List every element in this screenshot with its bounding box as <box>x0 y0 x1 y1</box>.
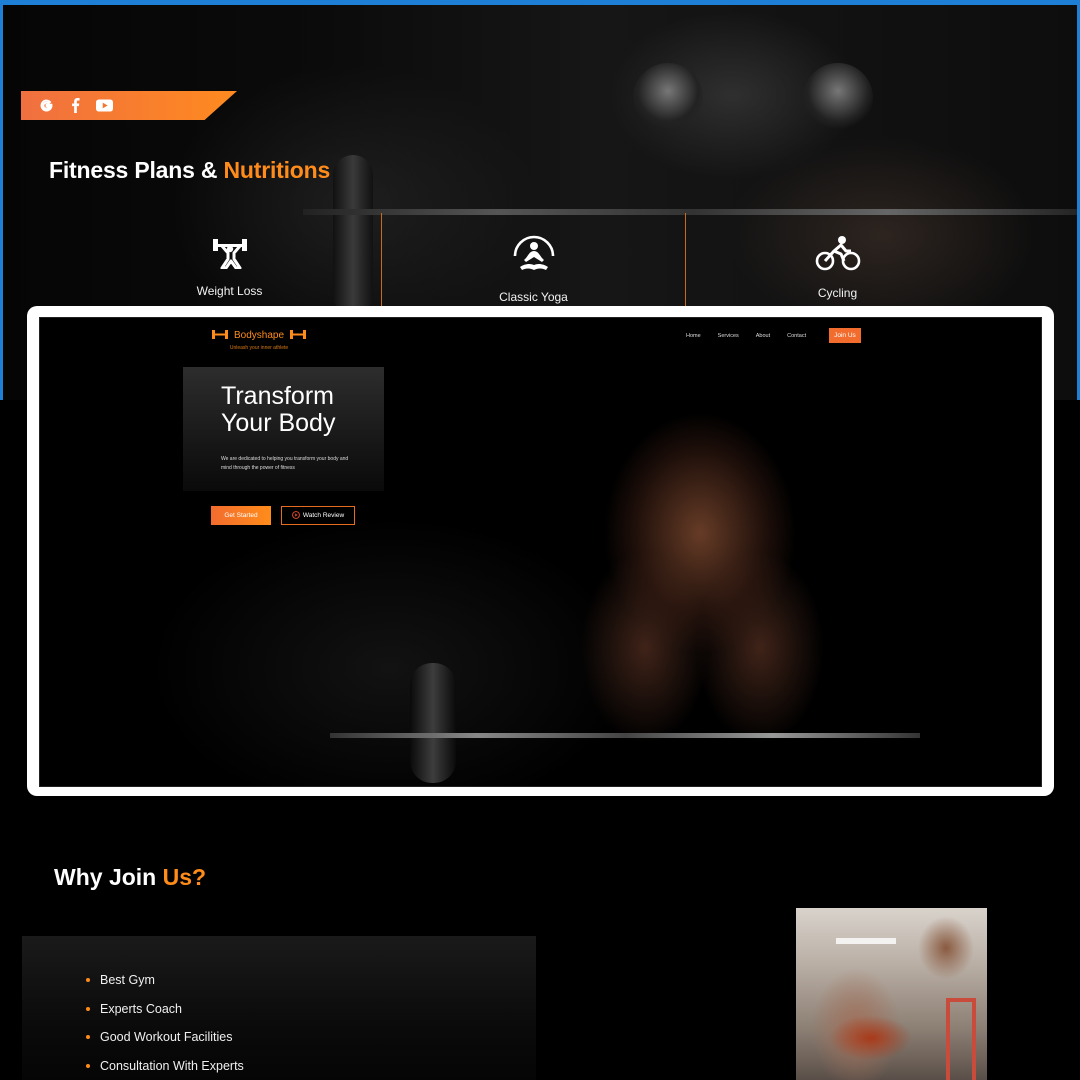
feature-label: Best Gym <box>100 973 155 988</box>
list-item: Consultation With Experts <box>86 1052 244 1080</box>
hero-barbell <box>330 733 920 738</box>
why-join-title: Why Join Us? <box>54 864 206 891</box>
hero-actions: Get Started Watch Review <box>211 506 355 525</box>
list-item: Experts Coach <box>86 995 244 1024</box>
cycling-icon <box>815 235 861 276</box>
features-list: Best Gym Experts Coach Good Workout Faci… <box>86 966 244 1080</box>
list-item: Good Workout Facilities <box>86 1023 244 1052</box>
google-icon[interactable] <box>37 96 56 115</box>
yoga-icon <box>512 235 556 280</box>
section-title-main: Fitness Plans & <box>49 157 218 183</box>
bullet-icon <box>86 1035 90 1040</box>
nav-about[interactable]: About <box>756 333 770 339</box>
background-shoe <box>633 63 703 133</box>
watch-review-button[interactable]: Watch Review <box>281 506 355 525</box>
why-join-title-accent: Us? <box>162 864 207 890</box>
nav-services[interactable]: Services <box>718 333 739 339</box>
play-icon <box>291 510 300 521</box>
join-us-button[interactable]: Join Us <box>829 328 861 343</box>
hero-title: Transform Your Body <box>221 383 384 437</box>
section-title-accent: Nutritions <box>223 157 331 183</box>
hero-title-line: Your Body <box>221 409 336 437</box>
brand-logo[interactable]: Bodyshape Unleash your inner athlete <box>212 326 307 351</box>
feature-label: Consultation With Experts <box>100 1058 244 1073</box>
gym-rack <box>946 998 976 1080</box>
social-links-bar <box>21 91 237 120</box>
brand-name: Bodyshape <box>234 329 285 341</box>
hero-weight-plate <box>410 663 456 783</box>
dumbbell-icon <box>290 326 307 344</box>
plans-list: Weight Loss Classic Yoga Cycling <box>78 213 989 311</box>
dumbbell-icon <box>212 326 228 344</box>
hero-description: We are dedicated to helping you transfor… <box>221 456 349 471</box>
weightlifting-icon <box>211 235 249 274</box>
plan-label: Classic Yoga <box>499 290 568 304</box>
preview-nav: Home Services About Contact Join Us <box>686 328 861 343</box>
watch-review-label: Watch Review <box>302 512 345 519</box>
section-title: Fitness Plans & Nutritions <box>49 157 330 184</box>
nav-home[interactable]: Home <box>686 333 701 339</box>
ceiling-light <box>836 938 896 944</box>
youtube-icon[interactable] <box>95 96 114 115</box>
plan-label: Weight Loss <box>196 284 263 298</box>
hero-preview: Bodyshape Unleash your inner athlete Hom… <box>39 317 1042 787</box>
facebook-icon[interactable] <box>66 96 85 115</box>
plan-card-classic-yoga[interactable]: Classic Yoga <box>381 213 686 311</box>
why-join-title-main: Why Join <box>54 864 157 890</box>
feature-label: Good Workout Facilities <box>100 1030 233 1045</box>
bullet-icon <box>86 1063 90 1068</box>
bullet-icon <box>86 1006 90 1011</box>
bullet-icon <box>86 978 90 983</box>
plan-card-cycling[interactable]: Cycling <box>686 213 989 311</box>
plan-label: Cycling <box>817 286 858 300</box>
feature-label: Experts Coach <box>100 1001 182 1016</box>
features-panel: Best Gym Experts Coach Good Workout Faci… <box>22 936 536 1080</box>
website-preview-frame: Bodyshape Unleash your inner athlete Hom… <box>27 306 1054 796</box>
list-item: Best Gym <box>86 966 244 995</box>
hero-card: Transform Your Body We are dedicated to … <box>183 367 384 491</box>
background-shoe <box>803 63 873 133</box>
brand-tagline: Unleash your inner athlete <box>229 345 289 351</box>
hero-title-line: Transform <box>221 382 334 410</box>
get-started-button[interactable]: Get Started <box>211 506 271 525</box>
athlete-photo <box>796 908 987 1080</box>
nav-contact[interactable]: Contact <box>787 333 806 339</box>
plan-card-weight-loss[interactable]: Weight Loss <box>78 213 381 311</box>
